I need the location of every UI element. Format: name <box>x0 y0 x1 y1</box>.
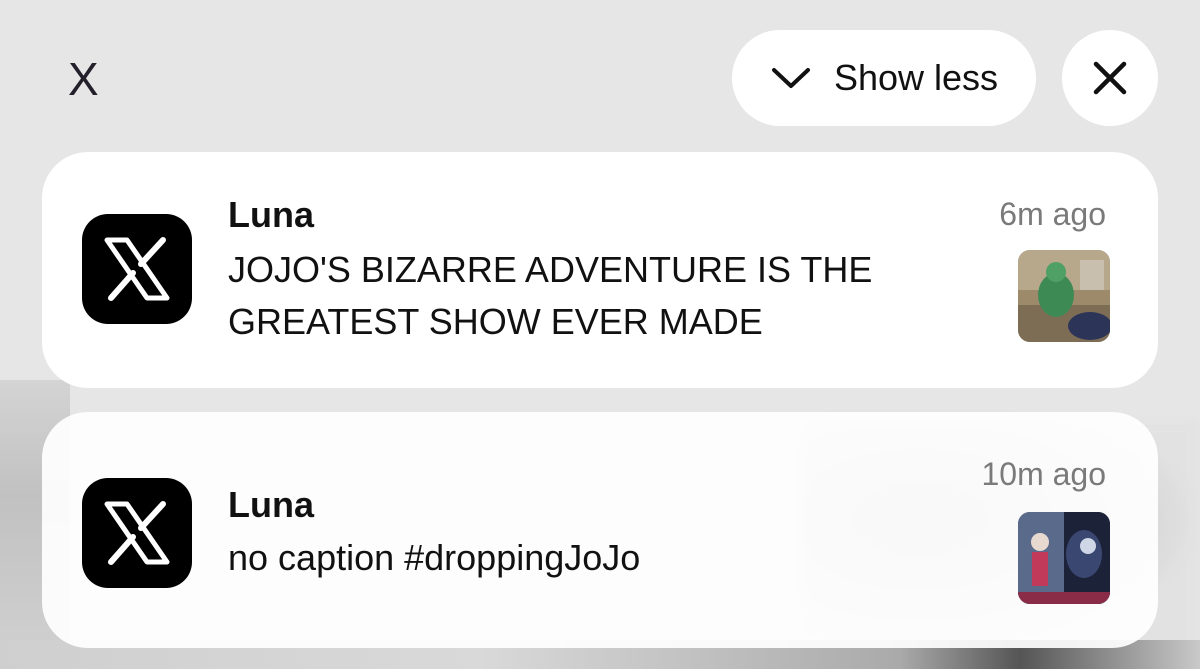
show-less-label: Show less <box>833 57 999 98</box>
x-logo-icon <box>82 214 192 324</box>
notification-sender: Luna <box>228 484 314 525</box>
anime-scene-thumbnail[interactable] <box>1018 512 1110 604</box>
notification-group-app-name: X <box>68 53 99 105</box>
show-less-button[interactable]: Show less <box>732 30 1036 126</box>
close-icon <box>1093 61 1127 95</box>
x-logo-icon <box>82 478 192 588</box>
notification-sender: Luna <box>228 194 314 235</box>
notification-card[interactable]: Luna JOJO'S BIZARRE ADVENTURE IS THE GRE… <box>42 152 1158 388</box>
notification-card[interactable]: Luna no caption #droppingJoJo 10m ago <box>42 412 1158 648</box>
notification-time: 6m ago <box>999 196 1106 232</box>
clear-notifications-button[interactable] <box>1062 30 1158 126</box>
chevron-down-icon <box>771 68 810 88</box>
notification-message: no caption #droppingJoJo <box>228 537 641 578</box>
green-figure-photo-thumbnail[interactable] <box>1018 250 1110 342</box>
notification-time: 10m ago <box>981 456 1106 492</box>
notification-message: JOJO'S BIZARRE ADVENTURE IS THE GREATEST… <box>228 249 873 342</box>
